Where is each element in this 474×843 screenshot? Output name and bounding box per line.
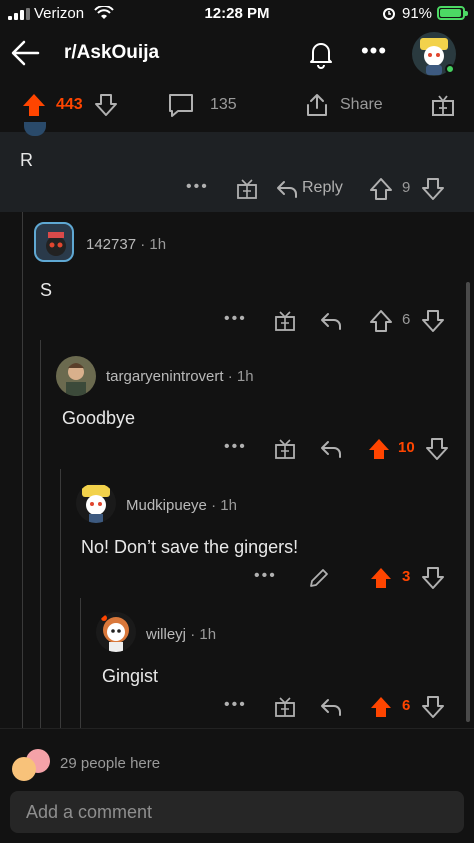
more-options-icon[interactable]: ••• xyxy=(224,696,247,714)
post-comment-count: 135 xyxy=(210,96,237,113)
upvote-arrow-icon[interactable] xyxy=(368,176,394,202)
comment-body: No! Don’t save the gingers! xyxy=(81,537,299,557)
comment-item: willeyj · 1h Gingist ••• 6 xyxy=(0,598,474,728)
more-options-icon[interactable]: ••• xyxy=(224,438,247,456)
downvote-arrow-icon[interactable] xyxy=(420,308,446,334)
award-icon[interactable] xyxy=(234,176,260,202)
avatar[interactable] xyxy=(34,222,74,262)
award-icon[interactable] xyxy=(272,436,298,462)
upvote-arrow-icon[interactable] xyxy=(366,436,392,462)
downvote-arrow-icon[interactable] xyxy=(424,436,450,462)
downvote-arrow-icon[interactable] xyxy=(93,92,119,118)
comment-age: 1h xyxy=(220,497,237,514)
comment-age: 1h xyxy=(236,368,254,385)
more-options-icon[interactable]: ••• xyxy=(224,310,247,328)
comment-meta: targaryenintrovert · 1h xyxy=(106,368,254,385)
status-bar: Verizon 12:28 PM 91% xyxy=(0,0,474,30)
upvote-arrow-icon[interactable] xyxy=(20,91,48,119)
more-options-icon[interactable]: ••• xyxy=(358,38,390,70)
comment-actions: ••• 10 xyxy=(224,436,454,462)
comment-item: 142737 · 1h S ••• 6 xyxy=(0,212,474,340)
avatar[interactable] xyxy=(96,612,136,652)
back-arrow-icon[interactable] xyxy=(8,36,42,70)
more-options-icon[interactable]: ••• xyxy=(186,178,209,196)
downvote-arrow-icon[interactable] xyxy=(420,565,446,591)
reply-arrow-icon[interactable] xyxy=(318,694,344,720)
post-action-bar: 443 135 Share xyxy=(0,82,474,132)
upvote-arrow-icon[interactable] xyxy=(368,565,394,591)
alarm-icon xyxy=(383,8,395,20)
comment-meta: willeyj · 1h xyxy=(146,626,217,643)
presence-count: 29 people here xyxy=(60,755,161,772)
comment-age: 1h xyxy=(149,236,167,253)
comment-age: 1h xyxy=(199,626,217,643)
comment-body: Goodbye xyxy=(62,408,136,428)
username[interactable]: targaryenintrovert xyxy=(106,368,224,385)
reply-arrow-icon[interactable] xyxy=(318,436,344,462)
username[interactable]: willeyj xyxy=(146,626,186,643)
downvote-arrow-icon[interactable] xyxy=(420,694,446,720)
comment-body: S xyxy=(40,280,53,300)
vote-count: 10 xyxy=(398,439,415,456)
username[interactable]: Mudkipueye xyxy=(126,497,207,514)
online-status-dot xyxy=(445,64,455,74)
reply-button[interactable]: Reply xyxy=(302,179,343,197)
share-button[interactable]: Share xyxy=(304,82,383,128)
avatar[interactable] xyxy=(56,356,96,396)
comment-actions: ••• Reply 9 xyxy=(186,176,456,202)
edit-pencil-icon[interactable] xyxy=(306,565,332,591)
comment-input-placeholder: Add a comment xyxy=(26,802,153,822)
vote-count: 9 xyxy=(402,179,411,196)
battery-percent: 91% xyxy=(402,5,433,22)
comment-meta: Mudkipueye · 1h xyxy=(126,497,237,514)
award-icon[interactable] xyxy=(430,92,456,118)
award-icon[interactable] xyxy=(272,694,298,720)
share-icon xyxy=(307,94,327,116)
username[interactable]: 142737 xyxy=(86,236,136,253)
avatar xyxy=(12,757,36,781)
avatar xyxy=(24,122,46,136)
comment-item: Mudkipueye · 1h No! Don’t save the ginge… xyxy=(0,469,474,598)
upvote-arrow-icon[interactable] xyxy=(368,694,394,720)
vote-count: 6 xyxy=(402,697,411,714)
vote-count: 3 xyxy=(402,568,411,585)
comment-body: R xyxy=(20,150,33,170)
bell-icon[interactable] xyxy=(305,38,337,70)
post-upvote-count: 443 xyxy=(56,96,83,113)
comment-footer: 29 people here Add a comment xyxy=(0,728,474,843)
avatar[interactable] xyxy=(76,483,116,523)
comment-actions: ••• 6 xyxy=(224,694,454,720)
scrollbar[interactable] xyxy=(466,282,470,722)
award-icon[interactable] xyxy=(272,308,298,334)
comment-input[interactable]: Add a comment xyxy=(10,791,464,833)
comment-body: Gingist xyxy=(102,666,159,686)
comment-thread: R ••• Reply 9 142737 · 1h S ••• 6 targar… xyxy=(0,122,474,728)
comment-item: targaryenintrovert · 1h Goodbye ••• 10 xyxy=(0,340,474,469)
comment-actions: ••• 3 xyxy=(254,565,454,591)
comment-bubble-icon[interactable] xyxy=(166,90,196,120)
comment-item: R ••• Reply 9 xyxy=(0,122,474,212)
comment-meta: 142737 · 1h xyxy=(86,236,167,253)
comments-group[interactable]: 135 xyxy=(166,82,237,128)
reply-arrow-icon[interactable] xyxy=(318,308,344,334)
battery-icon xyxy=(437,6,468,20)
app-header: r/AskOuija ••• xyxy=(0,30,474,82)
subreddit-title[interactable]: r/AskOuija xyxy=(64,42,159,64)
downvote-arrow-icon[interactable] xyxy=(420,176,446,202)
reply-arrow-icon[interactable] xyxy=(274,176,300,202)
share-label: Share xyxy=(340,96,383,113)
vote-count: 6 xyxy=(402,311,411,328)
upvote-arrow-icon[interactable] xyxy=(368,308,394,334)
comment-actions: ••• 6 xyxy=(224,308,454,334)
more-options-icon[interactable]: ••• xyxy=(254,567,277,585)
